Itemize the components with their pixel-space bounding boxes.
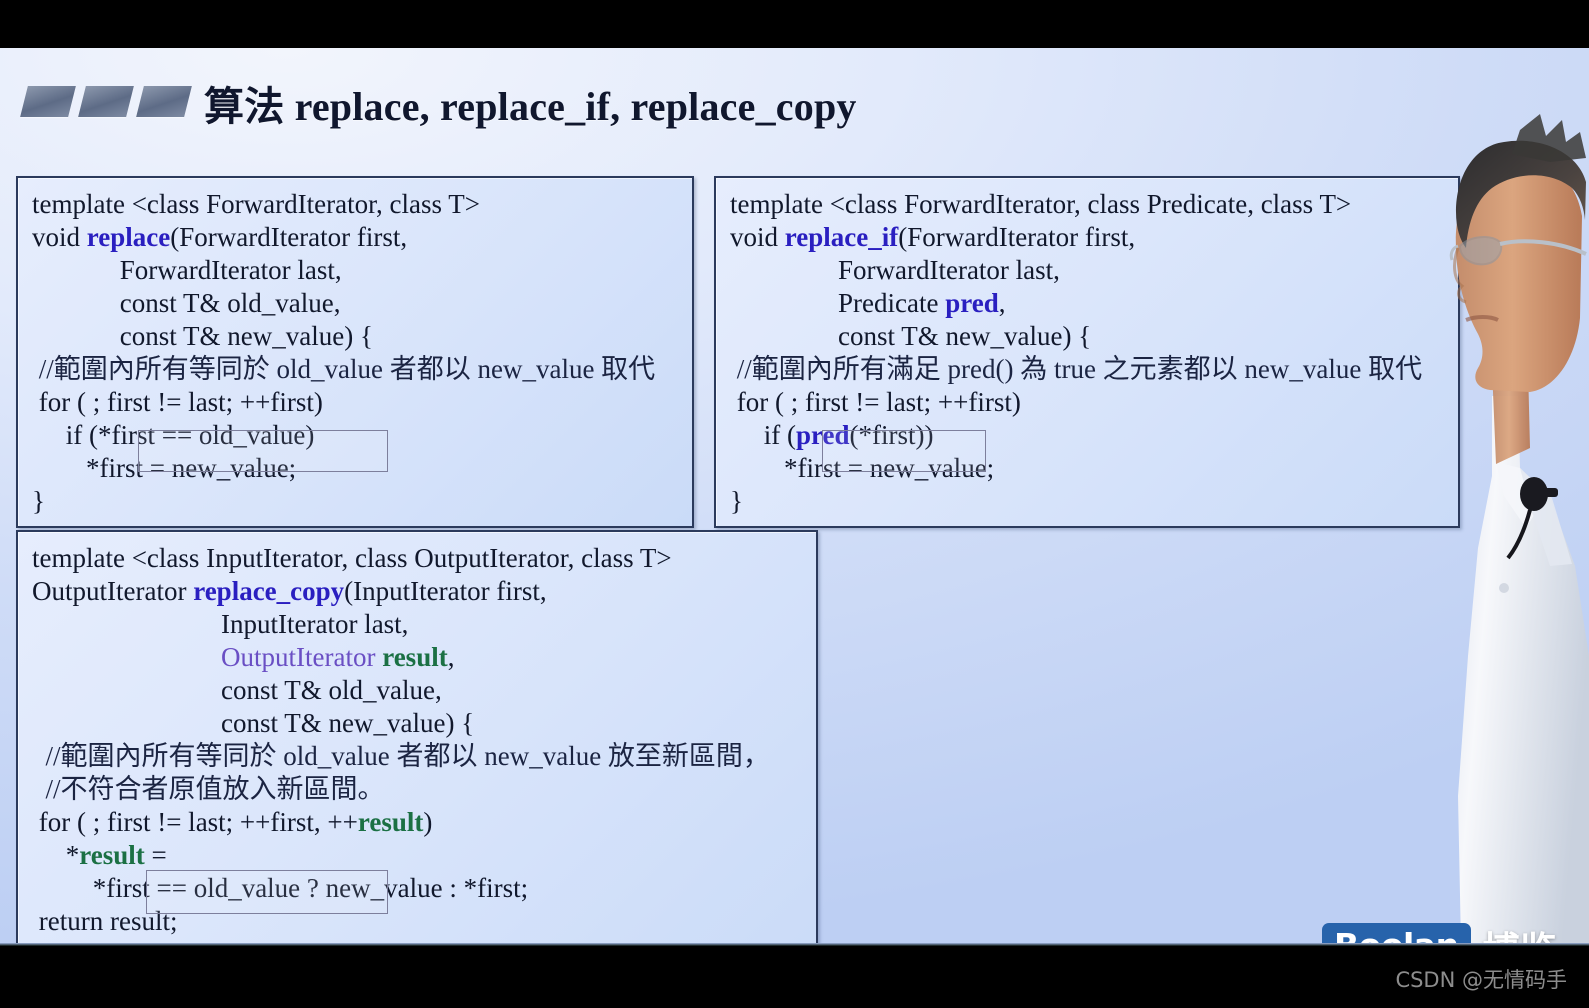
result-keyword: result <box>382 642 448 672</box>
presenter-glasses-temple <box>1499 239 1587 256</box>
code-line: void replace(ForwardIterator first, <box>32 222 408 252</box>
parallelogram-mark-icon <box>20 86 76 117</box>
code-comment-line: //範圍內所有等同於 old_value 者都以 new_value 放至新區間… <box>32 741 770 771</box>
code-line: } <box>730 486 743 516</box>
function-keyword: replace_copy <box>193 576 345 606</box>
code-line-highlighted: if (*first == old_value) <box>32 420 315 450</box>
code-line: for ( ; first != last; ++first, ++result… <box>32 807 433 837</box>
code-line: Predicate pred, <box>730 288 1006 318</box>
presentation-slide: 算法 replace, replace_if, replace_copy tem… <box>0 48 1589 946</box>
code-line: template <class ForwardIterator, class P… <box>730 189 1352 219</box>
code-comment-line: //不符合者原值放入新區間。 <box>32 774 385 804</box>
code-block-replace-copy: template <class InputIterator, class Out… <box>16 530 818 946</box>
code-line: *result = <box>32 840 167 870</box>
code-line: *first = new_value; <box>730 453 995 483</box>
code-line: } <box>32 486 45 516</box>
code-comment-line: //範圍內所有等同於 old_value 者都以 new_value 取代 <box>32 354 656 384</box>
presenter-collar <box>1496 462 1546 528</box>
slide-title-row: 算法 replace, replace_if, replace_copy <box>20 74 1224 132</box>
code-line: *first = new_value; <box>32 453 297 483</box>
code-line: template <class ForwardIterator, class T… <box>32 189 480 219</box>
code-line: for ( ; first != last; ++first) <box>32 387 323 417</box>
function-keyword: replace <box>86 222 171 252</box>
presenter-mouth <box>1465 315 1499 322</box>
code-line-highlighted: *first == old_value ? new_value : *first… <box>32 873 529 903</box>
letterbox-top <box>0 0 1589 48</box>
code-line: InputIterator last, <box>32 609 409 639</box>
predicate-keyword: pred <box>945 288 999 318</box>
code-line: const T& new_value) { <box>32 321 373 351</box>
code-line: const T& old_value, <box>32 288 341 318</box>
presenter-hair-spikes <box>1512 114 1586 162</box>
presenter-lavalier-mic <box>1520 477 1548 511</box>
code-line: ForwardIterator last, <box>32 255 342 285</box>
presenter-mic-clip <box>1544 488 1558 497</box>
title-bullet-marks-icon <box>20 86 192 117</box>
predicate-keyword: pred <box>795 420 850 450</box>
code-line: template <class InputIterator, class Out… <box>32 543 672 573</box>
code-line: return result; <box>32 906 178 936</box>
code-line: OutputIterator result, <box>221 642 455 672</box>
code-line: OutputIterator replace_copy(InputIterato… <box>32 576 547 606</box>
presenter-glasses-lens <box>1458 236 1503 266</box>
code-line: void replace_if(ForwardIterator first, <box>730 222 1136 252</box>
page-title: 算法 replace, replace_if, replace_copy <box>204 84 857 129</box>
result-keyword: result <box>357 807 424 837</box>
code-comment-line: //範圍內所有滿足 pred() 為 true 之元素都以 new_value … <box>730 354 1423 384</box>
code-line: ForwardIterator last, <box>730 255 1060 285</box>
letterbox-bottom <box>0 946 1589 1008</box>
presenter-mic-cable <box>1506 509 1532 560</box>
function-keyword: replace_if <box>784 222 899 252</box>
screenshot-root: 算法 replace, replace_if, replace_copy tem… <box>0 0 1589 1008</box>
code-line-highlighted: if (pred(*first)) <box>730 420 934 450</box>
parallelogram-mark-icon <box>78 86 134 117</box>
code-line: for ( ; first != last; ++first) <box>730 387 1021 417</box>
code-line: const T& new_value) { <box>32 708 475 738</box>
code-line: const T& old_value, <box>32 675 442 705</box>
presenter-shirt-button <box>1499 583 1509 593</box>
presenter-collar-right <box>1520 468 1572 566</box>
csdn-credit: CSDN @无情码手 <box>1395 968 1567 992</box>
parallelogram-mark-icon <box>136 86 192 117</box>
presenter-head <box>1455 149 1582 392</box>
code-line: const T& new_value) { <box>730 321 1092 351</box>
presenter-neck <box>1492 368 1530 464</box>
presenter-shirt <box>1458 396 1589 946</box>
code-block-replace-if: template <class ForwardIterator, class P… <box>714 176 1460 528</box>
result-keyword: result <box>79 840 145 870</box>
code-block-replace: template <class ForwardIterator, class T… <box>16 176 694 528</box>
output-iterator-type: OutputIterator <box>221 642 376 672</box>
presenter-hair <box>1456 140 1586 248</box>
